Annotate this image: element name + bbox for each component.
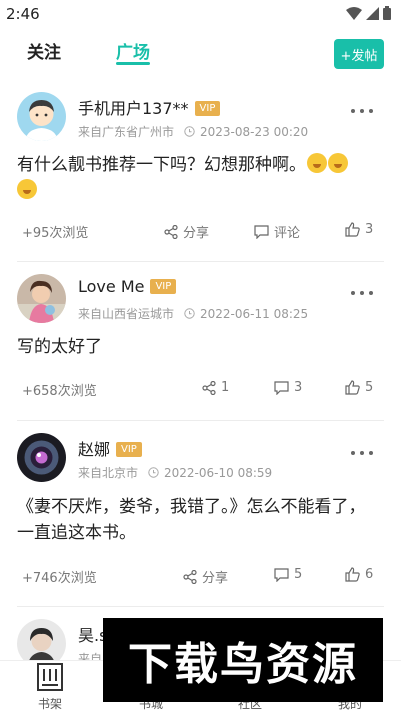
tab-follow[interactable]: 关注 [27, 38, 61, 63]
post-actions: +746次浏览 分享 5 6 [0, 567, 401, 587]
location: 来自山西省运城市 [78, 307, 175, 321]
username-text: Love Me [78, 277, 145, 296]
post-text: 有什么靓书推荐一下吗？幻想那种啊。 [17, 155, 306, 175]
signal-icon [366, 6, 379, 20]
clock-icon [148, 467, 159, 478]
username-text: 手机用户137** [78, 99, 189, 118]
share-label: 分享 [202, 571, 229, 586]
post-meta: 来自 [78, 650, 102, 660]
share-count: 1 [221, 380, 230, 395]
watermark: 下载鸟资源 [103, 618, 383, 702]
location: 来自北京市 [78, 466, 139, 480]
emoji-icon [17, 179, 37, 199]
vip-badge: VIP [116, 442, 142, 457]
post-time: 2023-08-23 00:20 [200, 124, 309, 139]
post-card[interactable]: 手机用户137** VIP 来自广东省广州市 2023-08-23 00:20 有… [0, 88, 401, 262]
comment-button[interactable]: 评论 [254, 222, 300, 241]
like-button[interactable]: 3 [345, 222, 373, 237]
share-icon [202, 380, 216, 395]
post-content[interactable]: 《妻不厌炸，娄爷，我错了。》怎么不能看了，一直追这本书。 [17, 494, 367, 546]
status-icons [346, 6, 391, 20]
more-options-button[interactable] [351, 286, 373, 300]
comment-button[interactable]: 5 [274, 567, 302, 582]
status-bar: 2:46 [0, 0, 401, 28]
comment-button[interactable]: 3 [274, 380, 302, 395]
like-count: 5 [365, 380, 374, 395]
view-count: +658次浏览 [22, 384, 97, 399]
post-card[interactable]: 赵娜 VIP 来自北京市 2022-06-10 08:59 《妻不厌炸，娄爷，我错… [0, 430, 401, 606]
share-icon [183, 569, 197, 584]
post-meta: 来自山西省运城市 2022-06-11 08:25 [78, 305, 308, 322]
vip-badge: VIP [150, 279, 177, 294]
share-label: 分享 [183, 226, 210, 241]
active-tab-indicator [116, 62, 150, 65]
wifi-icon [346, 6, 362, 20]
battery-icon [383, 6, 391, 20]
username[interactable]: Love Me VIP [78, 277, 177, 296]
thumbs-up-icon [345, 567, 360, 582]
comment-icon [274, 567, 289, 582]
clock-icon [184, 126, 195, 137]
post-meta: 来自北京市 2022-06-10 08:59 [78, 464, 272, 481]
avatar[interactable] [17, 619, 66, 660]
post-actions: +658次浏览 1 3 5 [0, 380, 401, 400]
like-button[interactable]: 5 [345, 380, 373, 395]
username[interactable]: 赵娜 VIP [78, 436, 142, 460]
emoji-icon [307, 153, 327, 173]
bookshelf-icon [37, 663, 63, 695]
status-time: 2:46 [6, 5, 40, 23]
username-text: 赵娜 [78, 440, 111, 459]
post-time: 2022-06-10 08:59 [164, 465, 273, 480]
comment-count: 3 [294, 380, 303, 395]
username[interactable]: 手机用户137** VIP [78, 95, 221, 119]
more-options-button[interactable] [351, 446, 373, 460]
nav-label: 书架 [37, 697, 62, 711]
more-options-button[interactable] [351, 104, 373, 118]
location: 来自广东省广州市 [78, 125, 175, 139]
divider [17, 261, 384, 262]
comment-label: 评论 [274, 226, 301, 241]
emoji-icon [328, 153, 348, 173]
post-actions: +95次浏览 分享 评论 3 [0, 222, 401, 242]
post-content[interactable]: 写的太好了 [17, 334, 377, 360]
post-card[interactable]: Love Me VIP 来自山西省运城市 2022-06-11 08:25 写的太… [0, 270, 401, 420]
avatar[interactable] [17, 92, 66, 141]
thumbs-up-icon [345, 222, 360, 237]
post-text: 写的太好了 [17, 337, 102, 357]
nav-item-bookshelf[interactable]: 书架 [0, 661, 100, 712]
comment-icon [274, 380, 289, 395]
share-button[interactable]: 分享 [183, 567, 228, 586]
like-button[interactable]: 6 [345, 567, 373, 582]
share-button[interactable]: 分享 [164, 222, 209, 241]
tab-square[interactable]: 广场 [116, 38, 150, 63]
top-bar: 关注 广场 +发帖 [0, 30, 401, 74]
comment-icon [254, 224, 269, 239]
view-count: +746次浏览 [22, 571, 97, 586]
avatar[interactable] [17, 274, 66, 323]
vip-badge: VIP [194, 101, 221, 116]
like-count: 6 [365, 567, 374, 582]
share-button[interactable]: 1 [202, 380, 229, 395]
location: 来自 [78, 652, 103, 660]
comment-count: 5 [294, 567, 303, 582]
clock-icon [184, 308, 195, 319]
divider [17, 420, 384, 421]
new-post-button[interactable]: +发帖 [334, 39, 384, 69]
view-count: +95次浏览 [22, 226, 89, 241]
post-meta: 来自广东省广州市 2023-08-23 00:20 [78, 123, 308, 140]
post-text: 《妻不厌炸，娄爷，我错了。》怎么不能看了，一直追这本书。 [17, 497, 366, 543]
divider [17, 606, 384, 607]
avatar[interactable] [17, 433, 66, 482]
post-time: 2022-06-11 08:25 [200, 306, 309, 321]
post-content[interactable]: 有什么靓书推荐一下吗？幻想那种啊。 [17, 152, 377, 204]
like-count: 3 [365, 222, 374, 237]
thumbs-up-icon [345, 380, 360, 395]
share-icon [164, 224, 178, 239]
watermark-text: 下载鸟资源 [128, 639, 358, 690]
